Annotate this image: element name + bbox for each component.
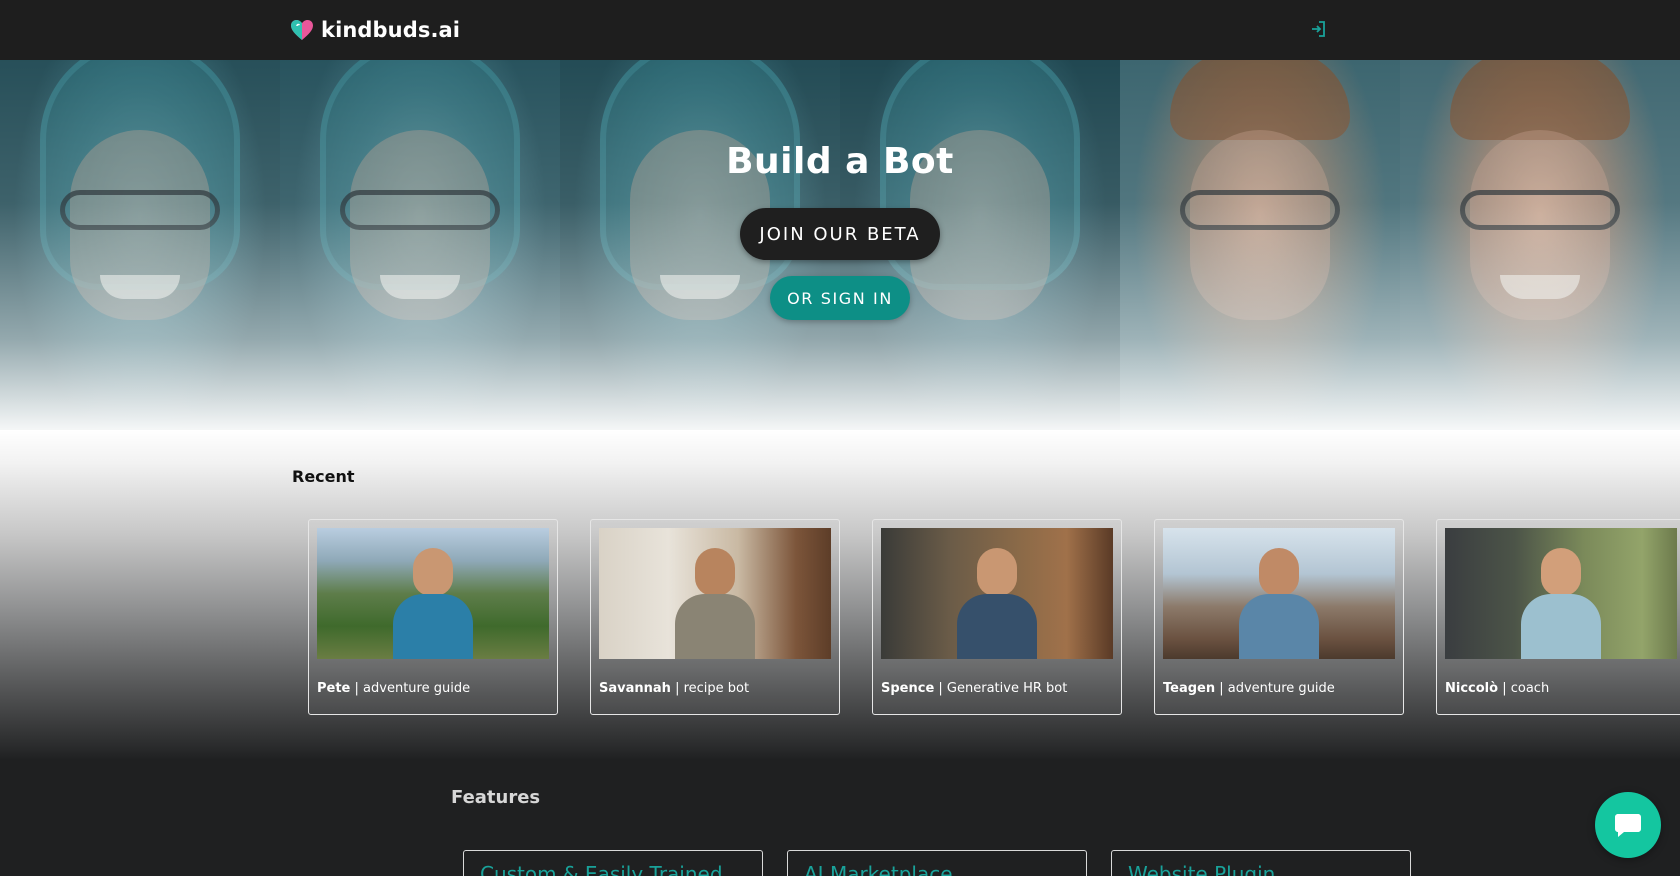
heart-logo-icon (291, 20, 313, 40)
brand[interactable]: kindbuds.ai (290, 14, 460, 46)
feature-card-title: AI Marketplace (804, 862, 953, 876)
hero-section: Build a Bot JOIN OUR BETA OR SIGN IN (0, 60, 1680, 470)
bot-photo (1163, 528, 1395, 659)
bot-card[interactable]: Savannah | recipe bot (590, 519, 840, 715)
bot-card[interactable]: Niccolò | coach (1436, 519, 1680, 715)
bot-caption: Savannah | recipe bot (599, 681, 750, 696)
bot-caption: Niccolò | coach (1445, 681, 1550, 696)
bot-caption: Teagen | adventure guide (1163, 681, 1335, 696)
bot-card[interactable]: Spence | Generative HR bot (872, 519, 1122, 715)
feature-card-title: Custom & Easily Trained (480, 862, 723, 876)
sign-in-button[interactable] (1306, 17, 1330, 41)
chat-bubble-icon (1615, 814, 1641, 837)
feature-card[interactable]: Custom & Easily Trained (463, 850, 763, 876)
recent-title: Recent (292, 467, 355, 486)
feature-card[interactable]: AI Marketplace (787, 850, 1087, 876)
bot-photo (881, 528, 1113, 659)
bot-card[interactable]: Teagen | adventure guide (1154, 519, 1404, 715)
feature-card[interactable]: Website Plugin (1111, 850, 1411, 876)
bot-caption: Spence | Generative HR bot (881, 681, 1068, 696)
bot-caption: Pete | adventure guide (317, 681, 471, 696)
bot-photo (1445, 528, 1677, 659)
bot-photo (599, 528, 831, 659)
bot-card[interactable]: Pete | adventure guide (308, 519, 558, 715)
features-section: Features Custom & Easily Trained AI Mark… (0, 760, 1680, 876)
hero-title: Build a Bot (726, 141, 954, 182)
top-nav: kindbuds.ai (0, 0, 1680, 60)
features-title: Features (451, 787, 541, 808)
chat-launcher-button[interactable] (1595, 792, 1661, 858)
or-sign-in-button[interactable]: OR SIGN IN (770, 276, 910, 320)
brand-name: kindbuds.ai (321, 18, 461, 42)
join-beta-button[interactable]: JOIN OUR BETA (740, 208, 940, 260)
recent-section: Recent Pete | adventure guide Savannah |… (0, 430, 1680, 760)
recent-bots-carousel: Pete | adventure guide Savannah | recipe… (308, 519, 1680, 719)
feature-card-title: Website Plugin (1128, 862, 1276, 876)
bot-photo (317, 528, 549, 659)
sign-in-icon (1312, 21, 1325, 37)
hero-fade-overlay (0, 60, 1680, 470)
